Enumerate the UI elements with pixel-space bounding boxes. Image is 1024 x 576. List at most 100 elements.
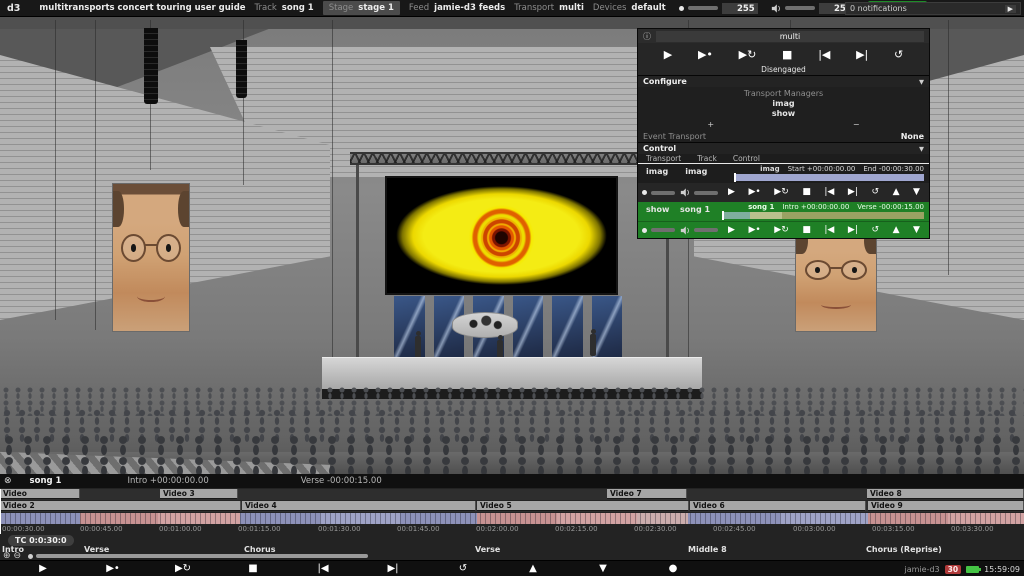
imag-progress-bar[interactable] [734, 174, 924, 181]
d3-logo[interactable]: d3 [7, 3, 20, 14]
timeline-clip[interactable]: Video 9 [868, 501, 1024, 511]
previous-track-button[interactable]: ▲ [893, 226, 900, 235]
beat-segment[interactable] [688, 513, 780, 524]
timeline-scrollbar[interactable] [36, 554, 368, 558]
control-column-tab[interactable]: Track [697, 154, 717, 163]
speaker-icon[interactable] [680, 226, 690, 235]
brightness-icon[interactable] [642, 228, 647, 233]
next-track-button[interactable]: ▼ [913, 188, 920, 197]
info-icon[interactable]: ⓘ [643, 31, 651, 42]
beat-segment[interactable] [80, 513, 158, 524]
play-to-next-section-button[interactable]: ▶• [92, 561, 134, 576]
beat-segment[interactable] [557, 513, 637, 524]
transport-manager-item[interactable]: imag [638, 99, 929, 109]
menu-stage[interactable]: Stage stage 1 [323, 1, 400, 15]
timeline-track-name[interactable]: song 1 [30, 476, 62, 486]
play-to-next-section-button[interactable]: ▶• [698, 49, 713, 60]
playhead[interactable] [0, 489, 1, 534]
section-label[interactable]: Verse [475, 545, 500, 554]
next-section-button[interactable]: ▶| [848, 188, 858, 197]
collapse-icon[interactable]: ▼ [919, 78, 924, 86]
play-to-next-section-button[interactable]: ▶• [748, 226, 760, 235]
loop-section-button[interactable]: ▶↻ [774, 188, 788, 197]
play-button[interactable]: ▶ [664, 49, 672, 60]
beat-bar[interactable] [0, 513, 1024, 524]
master-volume-slider[interactable]: 255 [771, 3, 855, 14]
menu-feed[interactable]: Feed jamie-d3 feeds [409, 3, 505, 13]
volume-track[interactable] [694, 228, 718, 232]
panel-title-bar[interactable]: ⓘ multi [638, 29, 929, 43]
beat-segment[interactable] [868, 513, 948, 524]
timeline-clip[interactable]: Video 3 [160, 489, 238, 499]
transport-name[interactable]: imag [638, 164, 683, 183]
timeline-clip[interactable]: Video 4 [242, 501, 476, 511]
next-section-button[interactable]: ▶| [372, 561, 414, 576]
play-button[interactable]: ▶ [728, 226, 735, 235]
speaker-icon[interactable] [680, 188, 690, 197]
transport-name[interactable]: show [638, 202, 678, 221]
beat-segment[interactable] [400, 513, 477, 524]
stop-button[interactable]: ■ [782, 49, 792, 60]
notifications-button[interactable]: 0 notifications ▶ [845, 2, 1021, 15]
next-track-button[interactable]: ▼ [913, 226, 920, 235]
show-track-bar[interactable]: song 1 Intro +00:00:00.00 Verse -00:00:1… [722, 202, 929, 221]
beat-segment[interactable] [240, 513, 320, 524]
timecode-ruler[interactable]: 00:00:30.0000:00:45.0000:01:00.0000:01:1… [0, 525, 1024, 534]
event-transport-value[interactable]: None [901, 132, 924, 141]
collapse-icon[interactable]: ▼ [919, 145, 924, 153]
imag-track-bar[interactable]: imag Start +00:00:00.00 End -00:00:30.00 [734, 164, 929, 183]
brightness-track[interactable] [651, 228, 675, 232]
previous-track-button[interactable]: ▲ [512, 561, 554, 576]
menu-track[interactable]: Track song 1 [255, 3, 314, 13]
hold-button[interactable]: ● [652, 561, 694, 576]
stop-button[interactable]: ■ [802, 226, 811, 235]
timeline-clip[interactable]: Video 6 [690, 501, 866, 511]
previous-section-button[interactable]: |◀ [818, 49, 830, 60]
previous-track-button[interactable]: ▲ [893, 188, 900, 197]
beat-segment[interactable] [0, 513, 80, 524]
volume-track[interactable] [785, 6, 815, 10]
beat-segment[interactable] [948, 513, 1024, 524]
machine-name[interactable]: jamie-d3 [905, 565, 940, 574]
timeline-clip[interactable]: Video 2 [0, 501, 241, 511]
menu-project-title[interactable]: multitransports concert touring user gui… [39, 3, 245, 13]
play-button[interactable]: ▶ [728, 188, 735, 197]
section-label[interactable]: Chorus (Reprise) [866, 545, 942, 554]
loop-section-button[interactable]: ▶↻ [774, 226, 788, 235]
play-to-next-section-button[interactable]: ▶• [748, 188, 760, 197]
beat-segment[interactable] [158, 513, 240, 524]
show-progress-bar[interactable] [722, 212, 924, 219]
add-manager-button[interactable]: + [638, 119, 784, 130]
return-to-start-button[interactable]: ↺ [871, 226, 879, 235]
control-section-header[interactable]: Control ▼ [638, 142, 929, 154]
return-to-start-button[interactable]: ↺ [871, 188, 879, 197]
return-to-start-button[interactable]: ↺ [442, 561, 484, 576]
brightness-value[interactable]: 255 [722, 3, 758, 14]
close-icon[interactable]: ⊗ [4, 476, 12, 486]
stop-button[interactable]: ■ [232, 561, 274, 576]
next-track-button[interactable]: ▼ [582, 561, 624, 576]
timeline-clip[interactable]: Video 7 [607, 489, 687, 499]
loop-section-button[interactable]: ▶↻ [162, 561, 204, 576]
next-section-button[interactable]: ▶| [848, 226, 858, 235]
menu-transport[interactable]: Transport multi [514, 3, 584, 13]
play-button[interactable]: ▶ [22, 561, 64, 576]
remove-manager-button[interactable]: − [784, 119, 930, 130]
track-name[interactable]: imag [683, 164, 734, 183]
beat-segment[interactable] [780, 513, 868, 524]
timeline-clip[interactable]: Video 5 [477, 501, 689, 511]
track-name[interactable]: song 1 [678, 202, 722, 221]
section-label[interactable]: Middle 8 [688, 545, 727, 554]
scrollbar-handle[interactable] [28, 554, 33, 559]
brightness-icon[interactable] [642, 190, 647, 195]
brightness-track[interactable] [651, 191, 675, 195]
transport-manager-item[interactable]: show [638, 109, 929, 119]
configure-section-header[interactable]: Configure ▼ [638, 75, 929, 87]
beat-segment[interactable] [637, 513, 688, 524]
beat-segment[interactable] [320, 513, 400, 524]
master-brightness-slider[interactable]: 255 [679, 3, 758, 14]
stop-button[interactable]: ■ [802, 188, 811, 197]
control-column-tab[interactable]: Transport [646, 154, 681, 163]
brightness-track[interactable] [688, 6, 718, 10]
control-column-tab[interactable]: Control [733, 154, 760, 163]
